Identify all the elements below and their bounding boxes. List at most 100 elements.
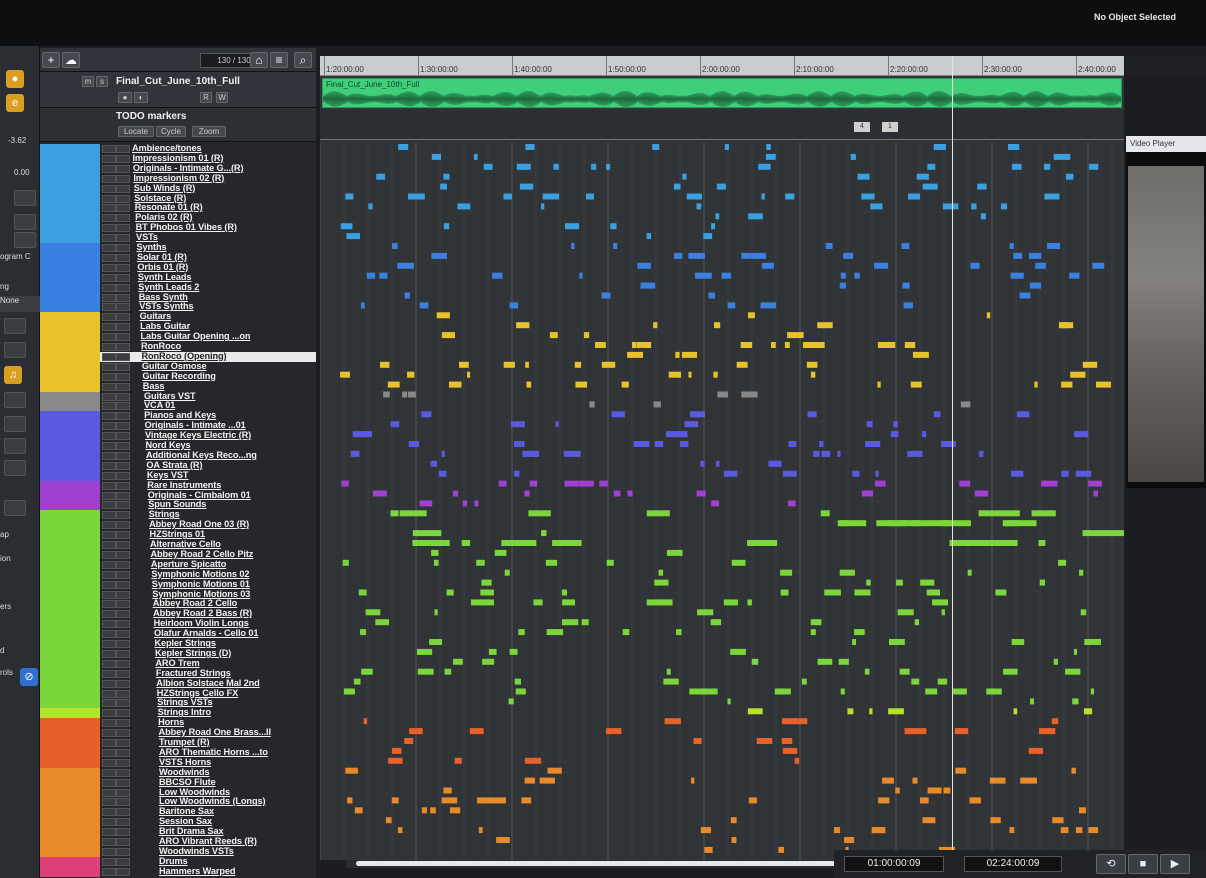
horizontal-scrollbar[interactable] xyxy=(346,860,1046,868)
add-folder-button[interactable]: ☁ xyxy=(62,52,80,68)
track-mute-button[interactable] xyxy=(102,432,116,441)
track-mute-button[interactable] xyxy=(102,303,116,312)
cycle-icon[interactable]: ⟲ xyxy=(1096,854,1126,874)
read-button[interactable]: R xyxy=(200,92,212,103)
track-mute-button[interactable] xyxy=(102,867,116,876)
track-mute-button[interactable] xyxy=(102,501,116,510)
track-mute-button[interactable] xyxy=(102,442,116,450)
track-solo-button[interactable] xyxy=(116,699,130,708)
track-solo-button[interactable] xyxy=(116,838,130,846)
stop-icon[interactable]: ■ xyxy=(1128,854,1158,874)
track-mute-button[interactable] xyxy=(102,481,116,490)
track-solo-button[interactable] xyxy=(116,501,130,510)
track-solo-button[interactable] xyxy=(116,224,130,233)
left-locator[interactable]: 01:00:00:09 xyxy=(844,856,944,872)
track-solo-button[interactable] xyxy=(116,729,130,738)
track-solo-button[interactable] xyxy=(116,669,130,678)
track-mute-button[interactable] xyxy=(102,263,116,272)
track-mute-button[interactable] xyxy=(102,857,116,866)
track-solo-button[interactable] xyxy=(116,333,130,342)
quick-controls-icon[interactable]: ⊘ xyxy=(20,668,38,686)
track-mute-button[interactable] xyxy=(102,283,116,292)
track-solo-button[interactable] xyxy=(116,808,130,817)
track-solo-button[interactable] xyxy=(116,382,130,391)
track-solo-button[interactable] xyxy=(116,174,130,183)
track-solo-button[interactable] xyxy=(116,154,130,163)
track-mute-button[interactable] xyxy=(102,699,116,708)
track-solo-button[interactable] xyxy=(116,412,130,421)
track-solo-button[interactable] xyxy=(116,649,130,658)
track-mute-button[interactable] xyxy=(102,145,116,153)
track-solo-button[interactable] xyxy=(116,590,130,599)
track-mute-button[interactable] xyxy=(102,174,116,183)
track-mute-button[interactable] xyxy=(102,214,116,223)
track-solo-button[interactable] xyxy=(116,432,130,441)
track-solo-button[interactable] xyxy=(116,709,130,718)
list-icon[interactable]: ≡ xyxy=(270,52,288,68)
track-mute-button[interactable] xyxy=(102,649,116,658)
track-row[interactable]: VSTs Synths xyxy=(40,301,316,313)
timeline-ruler[interactable]: 1:20:00:00 1:30:00:00 1:40:00:00 1:50:00:00… xyxy=(320,56,1124,76)
track-mute-button[interactable] xyxy=(102,758,116,767)
track-mute-button[interactable] xyxy=(102,234,116,243)
track-solo-button[interactable] xyxy=(116,847,130,856)
track-mute-button[interactable] xyxy=(102,204,116,213)
track-solo-button[interactable] xyxy=(116,372,130,381)
track-mute-button[interactable] xyxy=(102,224,116,233)
track-mute-button[interactable] xyxy=(102,600,116,609)
track-mute-button[interactable] xyxy=(102,402,116,411)
track-solo-button[interactable] xyxy=(116,620,130,629)
track-mute-button[interactable] xyxy=(102,531,116,540)
write-button[interactable]: W xyxy=(216,92,228,103)
track-mute-button[interactable] xyxy=(102,590,116,599)
track-solo-button[interactable] xyxy=(116,679,130,688)
track-solo-button[interactable] xyxy=(116,758,130,767)
playhead-cursor[interactable] xyxy=(952,56,953,860)
track-mute-button[interactable] xyxy=(102,184,116,193)
track-solo-button[interactable] xyxy=(116,145,130,153)
track-mute-button[interactable] xyxy=(102,570,116,579)
track-solo-button[interactable] xyxy=(116,244,130,252)
track-mute-button[interactable] xyxy=(102,333,116,342)
track-mute-button[interactable] xyxy=(102,739,116,747)
track-row[interactable]: Guitars VST xyxy=(40,391,316,402)
track-mute-button[interactable] xyxy=(102,154,116,163)
track-mute-button[interactable] xyxy=(102,194,116,203)
track-solo-button[interactable] xyxy=(116,392,130,401)
track-solo-button[interactable] xyxy=(116,570,130,579)
track-solo-button[interactable] xyxy=(116,442,130,450)
track-solo-button[interactable] xyxy=(116,293,130,302)
track-mute-button[interactable] xyxy=(102,293,116,302)
track-mute-button[interactable] xyxy=(102,451,116,460)
track-solo-button[interactable] xyxy=(116,451,130,460)
record-icon[interactable]: ● xyxy=(6,70,24,88)
track-mute-button[interactable] xyxy=(102,412,116,421)
track-mute-button[interactable] xyxy=(102,541,116,549)
track-solo-button[interactable] xyxy=(116,689,130,698)
none-select[interactable]: None xyxy=(0,296,40,312)
track-mute-button[interactable] xyxy=(102,550,116,559)
track-solo-button[interactable] xyxy=(116,263,130,272)
track-solo-button[interactable] xyxy=(116,798,130,807)
track-solo-button[interactable] xyxy=(116,234,130,243)
track-solo-button[interactable] xyxy=(116,362,130,371)
solo-button[interactable]: s xyxy=(96,76,108,87)
track-solo-button[interactable] xyxy=(116,511,130,520)
eq-button[interactable] xyxy=(4,392,26,408)
track-mute-button[interactable] xyxy=(102,640,116,648)
track-solo-button[interactable] xyxy=(116,283,130,292)
track-solo-button[interactable] xyxy=(116,194,130,203)
track-mute-button[interactable] xyxy=(102,828,116,837)
track-mute-button[interactable] xyxy=(102,253,116,262)
locate-button[interactable]: Locate xyxy=(118,126,154,137)
channel-button[interactable] xyxy=(4,460,26,476)
track-mute-button[interactable] xyxy=(102,620,116,629)
track-mute-button[interactable] xyxy=(102,719,116,728)
track-mute-button[interactable] xyxy=(102,422,116,431)
track-mute-button[interactable] xyxy=(102,382,116,391)
track-mute-button[interactable] xyxy=(102,679,116,688)
track-solo-button[interactable] xyxy=(116,788,130,797)
track-solo-button[interactable] xyxy=(116,273,130,282)
track-mute-button[interactable] xyxy=(102,798,116,807)
track-mute-button[interactable] xyxy=(102,729,116,738)
